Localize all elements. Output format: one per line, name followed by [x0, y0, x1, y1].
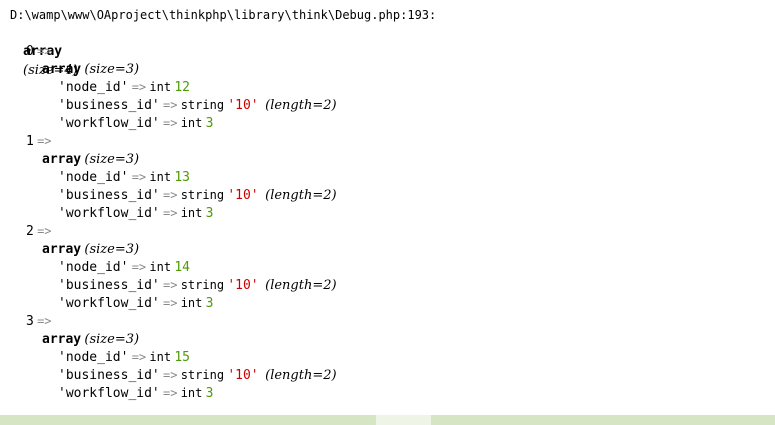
field-row: 'business_id' => string '10' (length=2) [58, 276, 337, 294]
field-row: 'node_id' => int 14 [58, 258, 190, 276]
field-row: 'workflow_id' => int 3 [58, 204, 213, 222]
field-key: 'node_id' [58, 350, 129, 365]
arrow-symbol: => [131, 170, 147, 184]
field-row: 'node_id' => int 12 [58, 78, 190, 96]
string-length: (length=2) [265, 188, 337, 203]
field-type: int [149, 80, 172, 94]
arrow-symbol: => [37, 224, 52, 238]
arrow-symbol: => [163, 278, 178, 292]
string-length: (length=2) [265, 278, 337, 293]
root-array-header: array (size=4) [10, 24, 78, 78]
field-type: string [180, 278, 225, 292]
bottom-scroll-thumb[interactable] [376, 415, 431, 425]
field-type: int [149, 260, 172, 274]
int-value: 3 [205, 116, 214, 131]
arrow-symbol: => [163, 98, 178, 112]
field-key: 'workflow_id' [58, 386, 160, 401]
nested-array-header: array (size=3) [42, 150, 139, 168]
int-value: 14 [174, 260, 190, 275]
field-row: 'business_id' => string '10' (length=2) [58, 186, 337, 204]
string-length: (length=2) [265, 98, 337, 113]
nested-array-header: array (size=3) [42, 60, 139, 78]
nested-array-type: array [42, 152, 82, 167]
arrow-symbol: => [163, 188, 178, 202]
int-value: 15 [174, 350, 190, 365]
field-type: int [180, 386, 203, 400]
field-key: 'node_id' [58, 260, 129, 275]
field-row: 'workflow_id' => int 3 [58, 384, 213, 402]
nested-array-size: (size=3) [84, 62, 140, 77]
field-key: 'business_id' [58, 188, 160, 203]
field-row: 'node_id' => int 13 [58, 168, 190, 186]
field-row: 'business_id' => string '10' (length=2) [58, 366, 337, 384]
debug-file-path: D:\wamp\www\OAproject\thinkphp\library\t… [10, 8, 437, 22]
field-key: 'business_id' [58, 368, 160, 383]
arrow-symbol: => [131, 260, 147, 274]
nested-array-header: array (size=3) [42, 240, 139, 258]
array-index-line: 0 => [26, 42, 52, 60]
arrow-symbol: => [37, 314, 52, 328]
field-type: string [180, 188, 225, 202]
array-index: 1 [26, 134, 34, 149]
arrow-symbol: => [37, 44, 52, 58]
nested-array-size: (size=3) [84, 242, 140, 257]
arrow-symbol: => [163, 368, 178, 382]
nested-array-type: array [42, 62, 82, 77]
int-value: 3 [205, 206, 214, 221]
nested-array-type: array [42, 332, 82, 347]
array-index-line: 1 => [26, 132, 52, 150]
array-index: 3 [26, 314, 34, 329]
string-value: '10' [227, 368, 259, 383]
xdebug-var-dump-page: D:\wamp\www\OAproject\thinkphp\library\t… [0, 0, 775, 425]
int-value: 12 [174, 80, 190, 95]
field-type: string [180, 368, 225, 382]
string-value: '10' [227, 278, 259, 293]
field-type: int [180, 296, 203, 310]
field-key: 'workflow_id' [58, 206, 160, 221]
field-row: 'workflow_id' => int 3 [58, 294, 213, 312]
array-index-line: 2 => [26, 222, 52, 240]
arrow-symbol: => [131, 80, 147, 94]
field-key: 'business_id' [58, 98, 160, 113]
arrow-symbol: => [131, 350, 147, 364]
field-row: 'node_id' => int 15 [58, 348, 190, 366]
field-row: 'workflow_id' => int 3 [58, 114, 213, 132]
arrow-symbol: => [163, 386, 178, 400]
string-value: '10' [227, 188, 259, 203]
field-key: 'workflow_id' [58, 116, 160, 131]
array-index-line: 3 => [26, 312, 52, 330]
arrow-symbol: => [163, 206, 178, 220]
field-type: int [149, 170, 172, 184]
nested-array-size: (size=3) [84, 332, 140, 347]
int-value: 13 [174, 170, 190, 185]
field-key: 'business_id' [58, 278, 160, 293]
field-type: int [149, 350, 172, 364]
nested-array-size: (size=3) [84, 152, 140, 167]
string-value: '10' [227, 98, 259, 113]
field-type: string [180, 98, 225, 112]
arrow-symbol: => [163, 296, 178, 310]
field-row: 'business_id' => string '10' (length=2) [58, 96, 337, 114]
array-index: 0 [26, 44, 34, 59]
arrow-symbol: => [37, 134, 52, 148]
nested-array-type: array [42, 242, 82, 257]
field-key: 'workflow_id' [58, 296, 160, 311]
nested-array-header: array (size=3) [42, 330, 139, 348]
field-key: 'node_id' [58, 80, 129, 95]
arrow-symbol: => [163, 116, 178, 130]
int-value: 3 [205, 296, 214, 311]
int-value: 3 [205, 386, 214, 401]
field-type: int [180, 206, 203, 220]
string-length: (length=2) [265, 368, 337, 383]
array-index: 2 [26, 224, 34, 239]
field-type: int [180, 116, 203, 130]
field-key: 'node_id' [58, 170, 129, 185]
